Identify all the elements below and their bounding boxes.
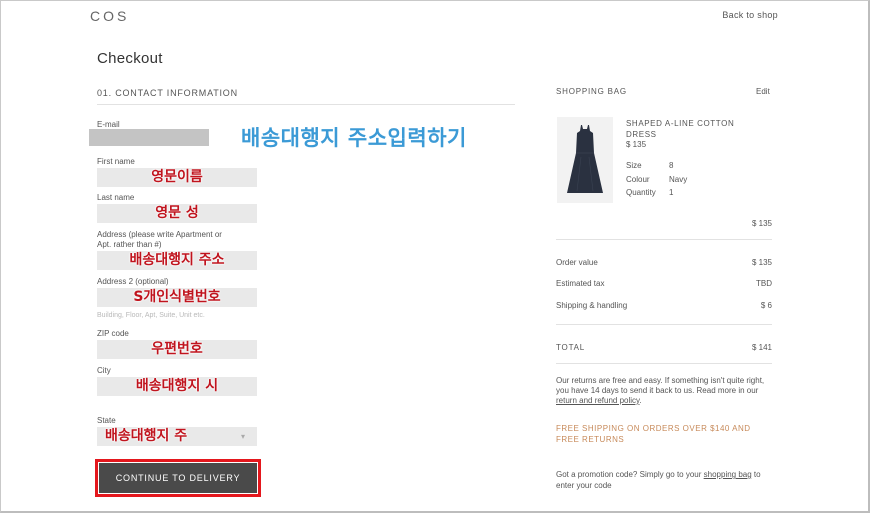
divider <box>97 104 515 105</box>
order-value: $ 135 <box>751 258 772 267</box>
first-name-field[interactable]: 영문이름 <box>97 168 257 187</box>
product-price: $ 135 <box>626 140 647 149</box>
line-total: $ 135 <box>751 219 772 228</box>
email-field[interactable] <box>89 129 209 146</box>
product-name[interactable]: SHAPED A-LINE COTTON DRESS <box>626 118 766 140</box>
divider <box>556 363 772 364</box>
dress-icon <box>557 117 613 203</box>
shipping-label: Shipping & handling <box>556 301 628 310</box>
returns-info: Our returns are free and easy. If someth… <box>556 376 772 406</box>
tax-value: TBD <box>756 279 772 288</box>
address2-hint: Building, Floor, Apt, Suite, Unit etc. <box>97 312 205 319</box>
shopping-bag-title: SHOPPING BAG <box>556 87 627 96</box>
tax-label: Estimated tax <box>556 279 605 288</box>
address2-label: Address 2 (optional) <box>97 277 169 286</box>
quantity-value: 1 <box>669 188 674 197</box>
edit-bag-link[interactable]: Edit <box>756 87 770 96</box>
divider <box>556 239 772 240</box>
promo-info: Got a promotion code? Simply go to your … <box>556 469 772 491</box>
first-name-label: First name <box>97 157 135 166</box>
product-image[interactable] <box>557 117 613 203</box>
address-label-line1: Address (please write Apartment or <box>97 230 222 239</box>
order-value-label: Order value <box>556 258 598 267</box>
colour-label: Colour <box>626 175 650 184</box>
contact-section-title: 01. CONTACT INFORMATION <box>97 88 238 98</box>
cos-logo[interactable]: COS <box>90 8 129 24</box>
state-select[interactable]: 배송대행지 주 <box>97 427 257 446</box>
zip-field[interactable]: 우편번호 <box>97 340 257 359</box>
last-name-label: Last name <box>97 193 135 202</box>
back-to-shop-link[interactable]: Back to shop <box>722 10 778 20</box>
divider <box>556 324 772 325</box>
shopping-bag-link[interactable]: shopping bag <box>704 470 752 479</box>
size-label: Size <box>626 161 642 170</box>
free-shipping-banner: FREE SHIPPING ON ORDERS OVER $140 AND FR… <box>556 424 751 444</box>
total-label: TOTAL <box>556 343 586 352</box>
chevron-down-icon: ▾ <box>241 432 246 441</box>
refund-policy-link[interactable]: return and refund policy <box>556 396 639 405</box>
state-label: State <box>97 416 116 425</box>
overlay-title: 배송대행지 주소입력하기 <box>241 126 467 150</box>
shipping-value: $ 6 <box>760 301 772 310</box>
returns-end: . <box>639 396 642 405</box>
address-label-line2: Apt. rather than #) <box>97 240 162 249</box>
size-value: 8 <box>669 161 674 170</box>
colour-value: Navy <box>669 175 688 184</box>
address-field[interactable]: 배송대행지 주소 <box>97 251 257 270</box>
last-name-field[interactable]: 영문 성 <box>97 204 257 223</box>
city-field[interactable]: 배송대행지 시 <box>97 377 257 396</box>
quantity-label: Quantity <box>626 188 656 197</box>
city-label: City <box>97 366 111 375</box>
zip-label: ZIP code <box>97 329 129 338</box>
address2-field[interactable]: S개인식별번호 <box>97 288 257 307</box>
returns-text: Our returns are free and easy. If someth… <box>556 376 765 395</box>
page-title: Checkout <box>97 50 163 67</box>
total-value: $ 141 <box>751 343 772 352</box>
promo-text: Got a promotion code? Simply go to your <box>556 470 704 479</box>
continue-to-delivery-button[interactable]: CONTINUE TO DELIVERY <box>99 463 257 493</box>
